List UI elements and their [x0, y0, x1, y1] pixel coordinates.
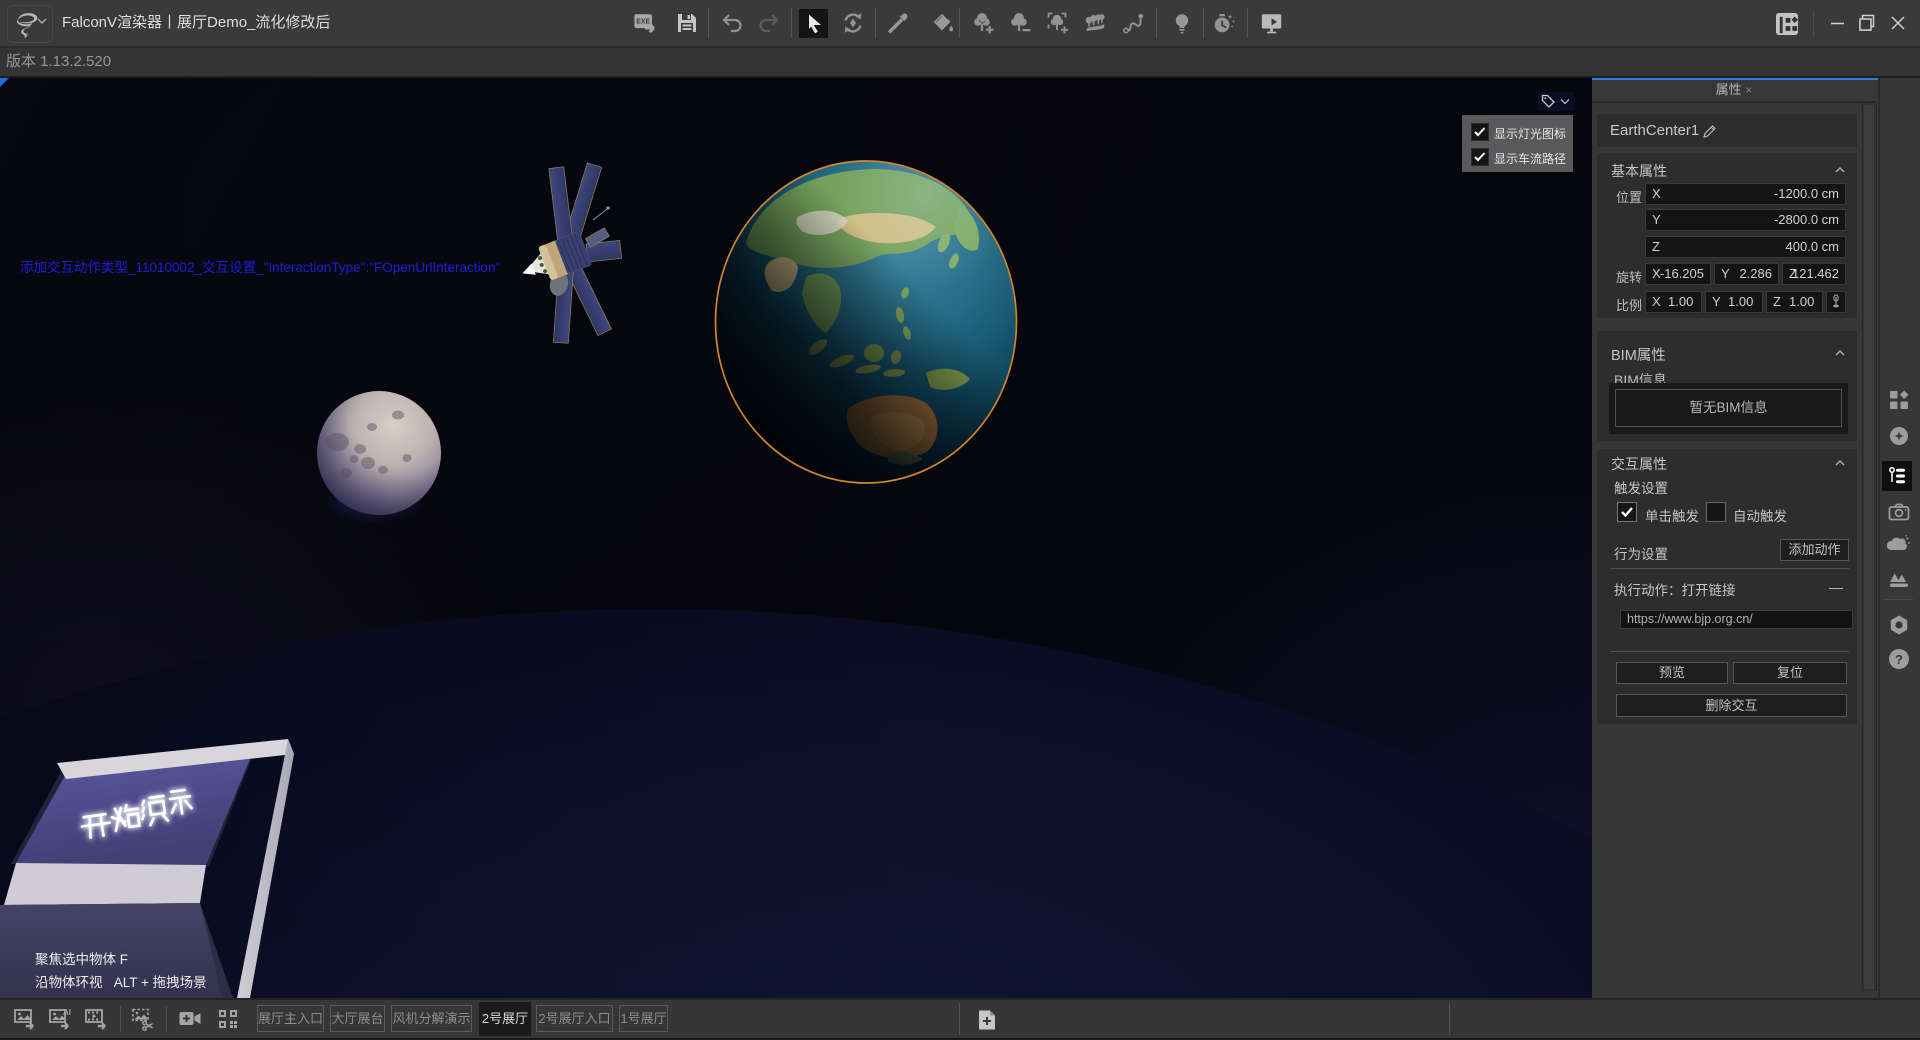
svg-text:EXE: EXE [636, 18, 650, 25]
svg-text:?: ? [1895, 652, 1903, 667]
svg-text:AI: AI [63, 1008, 71, 1017]
